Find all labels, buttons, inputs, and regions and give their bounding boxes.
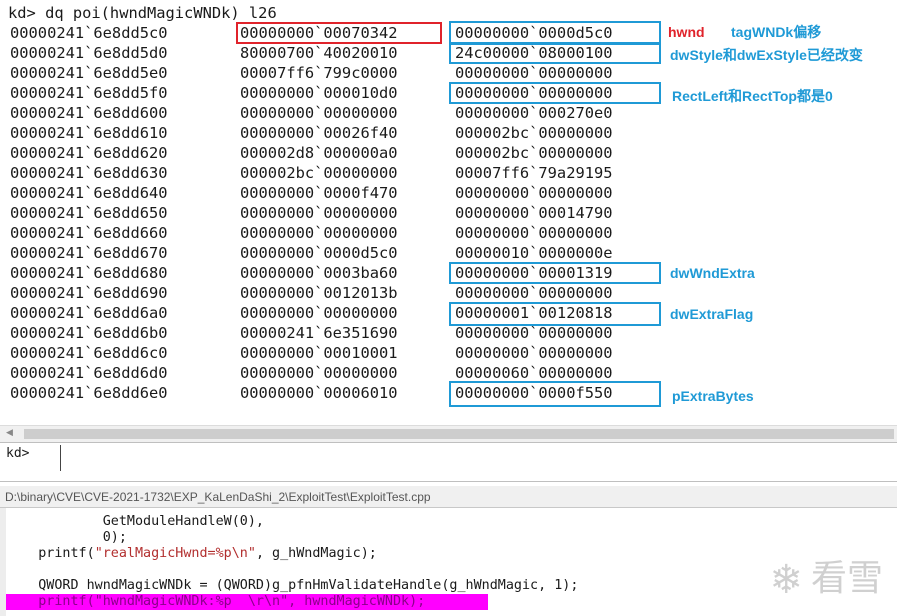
watermark: ❄ 看雪: [769, 557, 883, 603]
qword-2: 00000000`00000000: [455, 284, 613, 302]
source-window-title: D:\binary\CVE\CVE-2021-1732\EXP_KaLenDaS…: [0, 486, 897, 508]
address: 00000241`6e8dd650: [10, 204, 168, 222]
address: 00000241`6e8dd690: [10, 284, 168, 302]
qword-2: 00000000`00000000: [455, 324, 613, 342]
qword-1: 00000000`00006010: [240, 384, 398, 402]
command-line: kd> dq poi(hwndMagicWNDk) l26: [8, 4, 277, 22]
code-line: QWORD hwndMagicWNDk = (QWORD)g_pfnHmVali…: [6, 578, 579, 593]
qword-1: 00000000`0000d5c0: [240, 244, 398, 262]
qword-1: 00000000`00010001: [240, 344, 398, 362]
code-line: GetModuleHandleW(0),: [6, 514, 264, 529]
address: 00000241`6e8dd630: [10, 164, 168, 182]
address: 00000241`6e8dd6c0: [10, 344, 168, 362]
address: 00000241`6e8dd610: [10, 124, 168, 142]
extrabytes-highlight-box: [449, 381, 661, 407]
address: 00000241`6e8dd5d0: [10, 44, 168, 62]
annotation-rect-zero: RectLeft和RectTop都是0: [672, 88, 833, 104]
annotation-style-changed: dwStyle和dwExStyle已经改变: [670, 47, 863, 63]
annotation-wndextra: dwWndExtra: [670, 265, 755, 281]
address: 00000241`6e8dd6a0: [10, 304, 168, 322]
command-input[interactable]: [60, 445, 894, 471]
qword-2: 00000000`00000000: [455, 344, 613, 362]
qword-2: 00000000`00014790: [455, 204, 613, 222]
annotation-extraflag: dwExtraFlag: [670, 306, 754, 322]
qword-1: 00000000`00000000: [240, 104, 398, 122]
horizontal-scrollbar[interactable]: ◀: [0, 425, 897, 442]
qword-1: 000002bc`00000000: [240, 164, 398, 182]
qword-1: 00000000`00026f40: [240, 124, 398, 142]
address: 00000241`6e8dd670: [10, 244, 168, 262]
source-file-path: D:\binary\CVE\CVE-2021-1732\EXP_KaLenDaS…: [5, 490, 431, 504]
address: 00000241`6e8dd620: [10, 144, 168, 162]
qword-1: 000002d8`000000a0: [240, 144, 398, 162]
address: 00000241`6e8dd5c0: [10, 24, 168, 42]
code-line: 0);: [6, 530, 127, 545]
annotation-hwnd: hwnd: [668, 24, 705, 40]
code-line: printf("realMagicHwnd=%p\n", g_hWndMagic…: [6, 546, 377, 561]
qword-2: 000002bc`00000000: [455, 124, 613, 142]
qword-1: 00000000`00000000: [240, 204, 398, 222]
qword-1: 00000000`0012013b: [240, 284, 398, 302]
style-highlight-box: [449, 42, 661, 64]
annotation-tagwndk-offset: tagWNDk偏移: [731, 24, 822, 40]
qword-2: 00000000`00000000: [455, 224, 613, 242]
qword-2: 00000000`000270e0: [455, 104, 613, 122]
hwnd-highlight-box: [236, 22, 442, 44]
annotation-extrabytes: pExtraBytes: [672, 388, 754, 404]
address: 00000241`6e8dd6b0: [10, 324, 168, 342]
qword-2: 00007ff6`79a29195: [455, 164, 613, 182]
address: 00000241`6e8dd6e0: [10, 384, 168, 402]
qword-1: 00000000`00000000: [240, 224, 398, 242]
address: 00000241`6e8dd5e0: [10, 64, 168, 82]
string-literal: "realMagicHwnd=%p\n": [94, 546, 256, 561]
qword-2: 00000000`00000000: [455, 184, 613, 202]
qword-1: 80000700`40020010: [240, 44, 398, 62]
wndextra-highlight-box: [449, 262, 661, 284]
qword-1: 00007ff6`799c0000: [240, 64, 398, 82]
address: 00000241`6e8dd660: [10, 224, 168, 242]
extraflag-highlight-box: [449, 302, 661, 326]
qword-1: 00000000`000010d0: [240, 84, 398, 102]
qword-2: 00000000`00000000: [455, 64, 613, 82]
snowflake-icon: ❄: [769, 557, 803, 603]
string-literal: "hwndMagicWNDk:%p \r\n": [94, 594, 289, 609]
highlighted-code-line: printf("hwndMagicWNDk:%p \r\n", hwndMagi…: [6, 594, 488, 610]
command-output-window: kd> dq poi(hwndMagicWNDk) l26 00000241`6…: [0, 0, 897, 425]
address: 00000241`6e8dd600: [10, 104, 168, 122]
source-code-window: GetModuleHandleW(0), 0); printf("realMag…: [0, 508, 897, 616]
address: 00000241`6e8dd6d0: [10, 364, 168, 382]
qword-1: 00000241`6e351690: [240, 324, 398, 342]
qword-1: 00000000`0000f470: [240, 184, 398, 202]
qword-1: 00000000`00000000: [240, 364, 398, 382]
qword-2: 00000010`0000000e: [455, 244, 613, 262]
address: 00000241`6e8dd680: [10, 264, 168, 282]
qword-1: 00000000`0003ba60: [240, 264, 398, 282]
scroll-left-arrow-icon[interactable]: ◀: [6, 428, 13, 438]
qword-2: 000002bc`00000000: [455, 144, 613, 162]
address: 00000241`6e8dd5f0: [10, 84, 168, 102]
command-input-bar: kd>: [0, 442, 897, 482]
qword-2: 00000060`00000000: [455, 364, 613, 382]
scrollbar-thumb[interactable]: [24, 429, 894, 439]
rect-highlight-box: [449, 82, 661, 104]
qword-1: 00000000`00000000: [240, 304, 398, 322]
address: 00000241`6e8dd640: [10, 184, 168, 202]
input-prompt: kd>: [6, 446, 30, 461]
